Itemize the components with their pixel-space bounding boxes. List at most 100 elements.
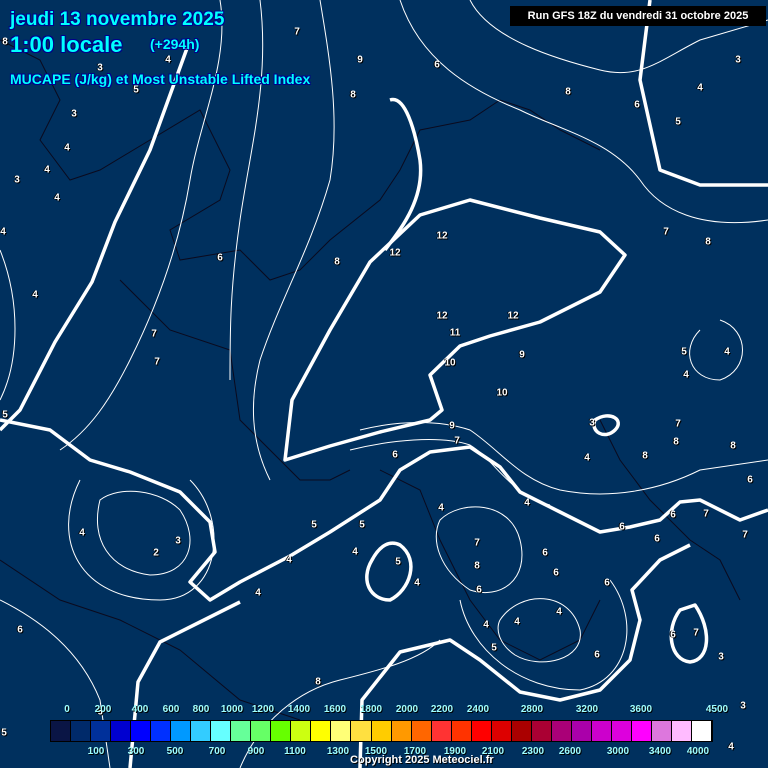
lifted-index-label: 10 [496, 387, 508, 399]
colorbar-bottom-label: 1700 [403, 746, 427, 757]
lifted-index-label: 6 [747, 474, 753, 486]
lifted-index-label: 7 [742, 529, 748, 541]
lifted-index-label: 3 [97, 62, 103, 74]
lifted-index-label: 5 [491, 642, 497, 654]
lifted-index-label: 5 [681, 346, 687, 358]
lifted-index-label: 4 [255, 587, 261, 599]
colorbar-swatch [231, 721, 252, 741]
lifted-index-label: 6 [17, 624, 23, 636]
colorbar-swatch [151, 721, 172, 741]
lifted-index-label: 4 [697, 82, 703, 94]
lifted-index-label: 12 [436, 310, 448, 322]
lifted-index-label: 3 [589, 417, 595, 429]
colorbar-swatch [511, 721, 532, 741]
lifted-index-label: 4 [352, 546, 358, 558]
coastlines [0, 39, 741, 721]
thick-contours [0, 0, 768, 768]
colorbar-swatch [451, 721, 472, 741]
colorbar-swatch [91, 721, 112, 741]
colorbar-bottom-label: 2300 [521, 746, 545, 757]
colorbar-top-label: 2000 [395, 704, 419, 715]
run-info-banner: Run GFS 18Z du vendredi 31 octobre 2025 [510, 6, 766, 26]
lifted-index-label: 8 [730, 440, 736, 452]
lifted-index-label: 8 [315, 676, 321, 688]
lifted-index-label: 4 [524, 497, 530, 509]
lifted-index-label: 3 [14, 174, 20, 186]
colorbar-bottom-label: 1100 [284, 746, 306, 757]
lifted-index-label: 3 [718, 651, 724, 663]
lifted-index-label: 6 [434, 59, 440, 71]
colorbar-top-label: 2200 [430, 704, 454, 715]
parameter-title: MUCAPE (J/kg) et Most Unstable Lifted In… [10, 71, 311, 87]
lifted-index-label: 3 [71, 108, 77, 120]
lifted-index-label: 5 [1, 727, 7, 739]
colorbar-swatch [291, 721, 312, 741]
colorbar-top-label: 1200 [251, 704, 275, 715]
colorbar-bottom-label: 1500 [364, 746, 388, 757]
lifted-index-label: 5 [395, 556, 401, 568]
lifted-index-label: 7 [663, 226, 669, 238]
colorbar-top-label: 2400 [466, 704, 490, 715]
lifted-index-label: 4 [165, 54, 171, 66]
lifted-index-label: 4 [0, 226, 6, 238]
lifted-index-label: 9 [519, 349, 525, 361]
lifted-index-label: 3 [740, 700, 746, 712]
colorbar-swatch [431, 721, 452, 741]
colorbar-top-label: 1000 [220, 704, 244, 715]
lifted-index-label: 4 [64, 142, 70, 154]
lifted-index-label: 12 [436, 230, 448, 242]
lifted-index-label: 7 [294, 26, 300, 38]
lifted-index-label: 6 [476, 584, 482, 596]
lifted-index-label: 9 [449, 420, 455, 432]
colorbar-bottom-label: 3000 [606, 746, 630, 757]
colorbar-top-label: 400 [131, 704, 149, 715]
lifted-index-label: 8 [2, 36, 8, 48]
lifted-index-label: 8 [705, 236, 711, 248]
lifted-index-label: 8 [474, 560, 480, 572]
lifted-index-label: 7 [154, 356, 160, 368]
lifted-index-label: 5 [133, 84, 139, 96]
colorbar-swatch [491, 721, 512, 741]
lifted-index-label: 5 [359, 519, 365, 531]
colorbar-swatch [211, 721, 232, 741]
colorbar-swatch [51, 721, 72, 741]
lifted-index-label: 4 [683, 369, 689, 381]
colorbar-swatch [111, 721, 132, 741]
colorbar [50, 720, 713, 742]
lifted-index-label: 4 [724, 346, 730, 358]
lifted-index-label: 7 [454, 435, 460, 447]
colorbar-top-label: 600 [162, 704, 180, 715]
lifted-index-label: 3 [175, 535, 181, 547]
thin-contours [0, 0, 768, 768]
lifted-index-label: 6 [670, 629, 676, 641]
lifted-index-label: 8 [334, 256, 340, 268]
colorbar-bottom-label: 700 [208, 746, 226, 757]
lifted-index-label: 7 [675, 418, 681, 430]
lifted-index-label: 4 [514, 616, 520, 628]
lifted-index-label: 12 [389, 247, 401, 259]
lifted-index-label: 10 [444, 357, 456, 369]
colorbar-swatch [611, 721, 632, 741]
lifted-index-label: 8 [565, 86, 571, 98]
colorbar-bottom-label: 300 [127, 746, 145, 757]
lifted-index-label: 5 [675, 116, 681, 128]
lifted-index-label: 6 [670, 509, 676, 521]
lifted-index-label: 7 [151, 328, 157, 340]
colorbar-swatch [251, 721, 272, 741]
lifted-index-label: 7 [703, 508, 709, 520]
lifted-index-label: 7 [693, 627, 699, 639]
lifted-index-label: 4 [54, 192, 60, 204]
colorbar-bottom-label: 2100 [481, 746, 505, 757]
colorbar-swatch [551, 721, 572, 741]
lifted-index-label: 4 [438, 502, 444, 514]
colorbar-swatch [371, 721, 392, 741]
lifted-index-label: 6 [604, 577, 610, 589]
forecast-time: 1:00 locale [10, 32, 123, 57]
colorbar-swatch [671, 721, 692, 741]
colorbar-swatch [531, 721, 552, 741]
forecast-date: jeudi 13 novembre 2025 [10, 9, 225, 30]
lifted-index-label: 5 [2, 409, 8, 421]
lifted-index-label: 11 [449, 327, 461, 339]
lifted-index-label: 6 [619, 521, 625, 533]
lifted-index-label: 2 [153, 547, 159, 559]
